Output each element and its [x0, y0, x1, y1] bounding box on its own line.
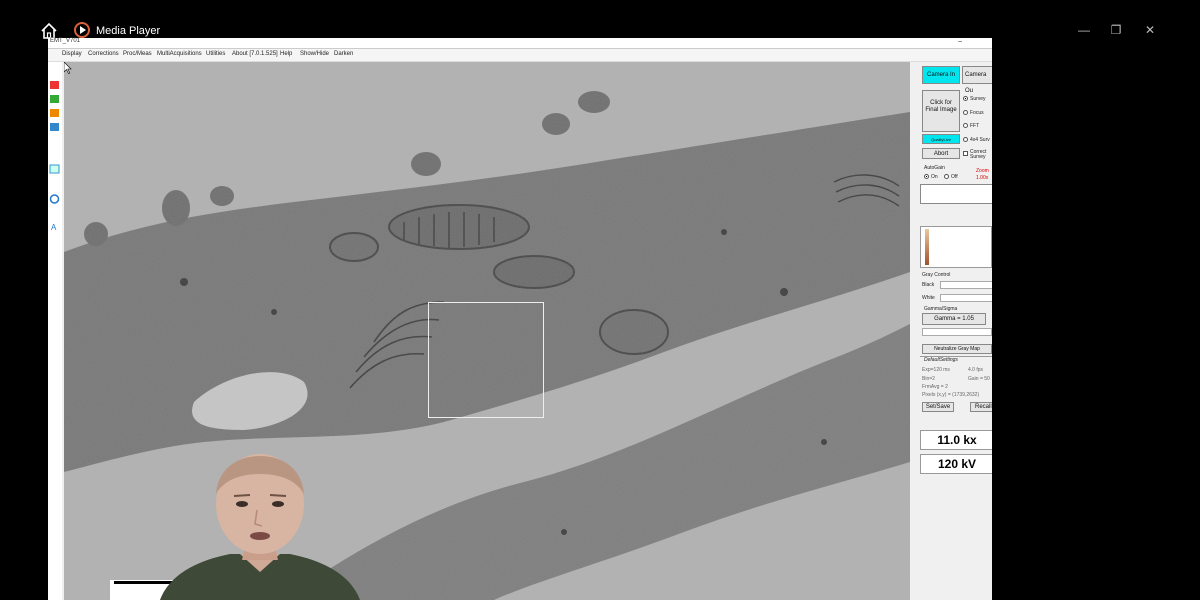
gamma-button[interactable]: Gamma = 1.05 [922, 313, 986, 325]
autogain-on-label: On [931, 174, 938, 180]
fps-readout: 4.0 fps [968, 367, 984, 373]
menubar: Display Corrections Proc/Meas MultiAcqui… [48, 49, 992, 62]
menu-help[interactable]: Help [280, 51, 292, 57]
voltage-display: 120 kV [920, 454, 992, 474]
autogain-label: AutoGain [924, 165, 945, 171]
app-close-icon[interactable]: – [958, 38, 962, 45]
menu-darken[interactable]: Darken [334, 51, 353, 57]
tool-icon[interactable] [49, 122, 60, 132]
pixels-readout: Pixels (x,y) = (1739,2632) [922, 392, 980, 398]
4x4-survey-label: 4x4 Surv [970, 137, 990, 143]
bin-readout: Bin=2 [922, 376, 935, 382]
fft-label: FFT [970, 123, 980, 129]
window-title: Media Player [96, 25, 161, 37]
neutralize-gray-map-button[interactable]: Neutralize Gray Map [922, 344, 992, 354]
abort-button[interactable]: Abort [922, 148, 960, 159]
tool-icon[interactable] [49, 108, 60, 118]
maximize-button[interactable]: ❐ [1108, 22, 1124, 38]
minimize-button[interactable]: — [1076, 22, 1092, 38]
autogain-off-label: Off [951, 174, 958, 180]
survey-radio[interactable] [963, 96, 968, 101]
survey-label: Survey [970, 96, 986, 102]
blank-display [920, 184, 992, 204]
white-slider[interactable] [940, 294, 992, 302]
tool-icon[interactable]: A [49, 222, 60, 232]
menu-display[interactable]: Display [62, 51, 82, 57]
menu-utilities[interactable]: Utilities [206, 51, 225, 57]
menu-multiacquisitions[interactable]: MultiAcquisitions [157, 51, 202, 57]
media-player-icon [74, 22, 90, 38]
tool-icon[interactable] [49, 80, 60, 90]
svg-text:A: A [51, 223, 57, 232]
selection-box[interactable] [428, 302, 544, 418]
black-label: Black [922, 282, 935, 288]
gray-control-label: Gray Control [922, 272, 951, 278]
menu-about[interactable]: About [7.0.1.525] [232, 51, 278, 57]
tool-icon[interactable] [49, 194, 60, 204]
gain-readout: Gain = 50 [968, 376, 990, 382]
exposure-readout: Exp=120 ms [922, 367, 950, 373]
camera-out-button[interactable]: Camera Ou [962, 66, 992, 94]
final-image-button[interactable]: Click for Final Image [922, 90, 960, 132]
zoom-value: 1.00x [976, 175, 989, 181]
frmavg-readout: FrmAvg = 2 [922, 384, 948, 390]
white-label: White [922, 295, 935, 301]
zoom-label: Zoom [976, 168, 989, 174]
app-title: EMT_V701 [50, 38, 81, 44]
histogram-bar [925, 229, 929, 265]
mouse-cursor-icon [64, 62, 72, 74]
histogram [920, 226, 992, 268]
control-panel: Camera In Camera Ou Click for Final Imag… [918, 62, 992, 600]
correct-survey-label: Correct Survey [970, 149, 987, 160]
tool-icon[interactable] [49, 94, 60, 104]
menu-show-hide[interactable]: Show/Hide [300, 51, 329, 57]
correct-survey-checkbox[interactable] [963, 151, 968, 156]
close-button[interactable]: ✕ [1142, 22, 1158, 38]
left-toolbar: A [48, 62, 62, 600]
menu-corrections[interactable]: Corrections [88, 51, 119, 57]
app-titlebar: EMT_V701 – [48, 38, 992, 49]
menu-proc-meas[interactable]: Proc/Meas [123, 51, 152, 57]
4x4-survey-radio[interactable] [963, 137, 968, 142]
default-settings-label: DefaultSettings [924, 357, 958, 363]
camera-in-button[interactable]: Camera In [922, 66, 960, 84]
recall-button[interactable]: Recall [970, 402, 992, 412]
black-slider[interactable] [940, 281, 992, 289]
autogain-on-radio[interactable] [924, 174, 929, 179]
tool-icon[interactable] [49, 164, 60, 174]
quality-live-button[interactable]: QualityLive [922, 134, 960, 144]
focus-label: Focus [970, 110, 984, 116]
set-save-button[interactable]: Set/Save [922, 402, 954, 412]
presenter-webcam [160, 454, 360, 600]
autogain-off-radio[interactable] [944, 174, 949, 179]
fft-radio[interactable] [963, 123, 968, 128]
focus-radio[interactable] [963, 110, 968, 115]
magnification-display: 11.0 kx [920, 430, 992, 450]
gamma-slider[interactable] [922, 328, 992, 336]
media-player-titlebar: Media Player — ❐ ✕ [0, 0, 1200, 40]
gamma-sigma-label: Gamma/Sigma [924, 306, 958, 312]
